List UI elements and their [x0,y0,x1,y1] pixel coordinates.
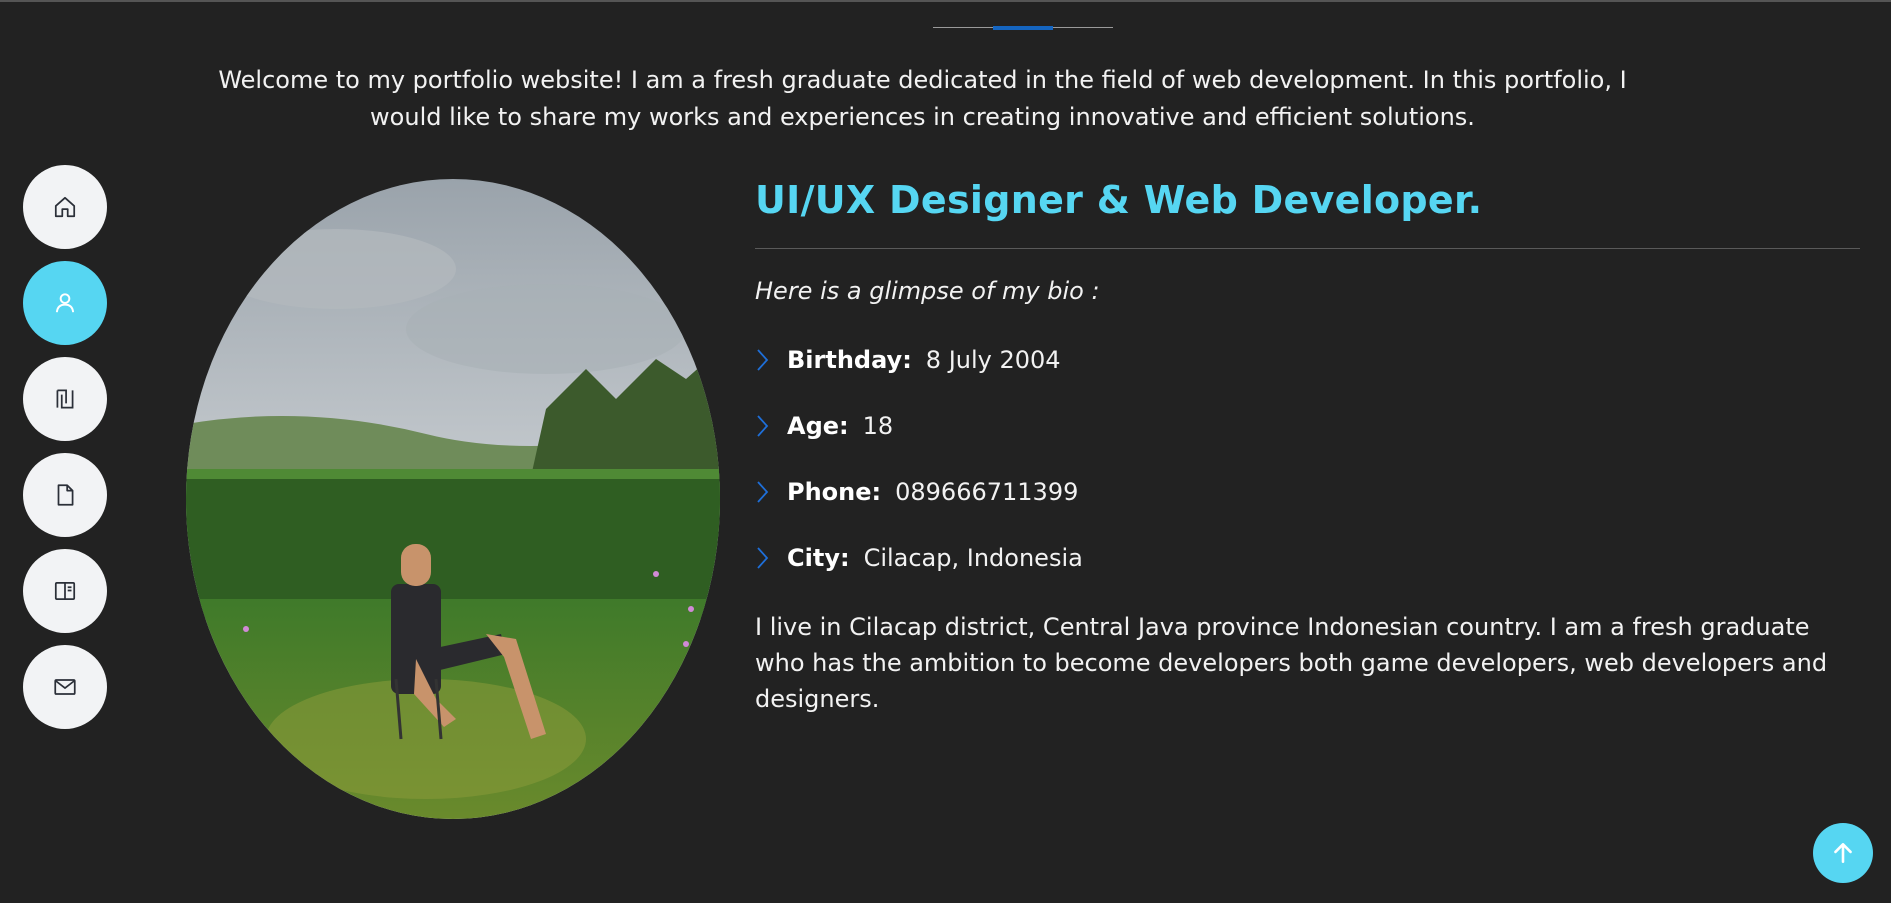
fact-label: Birthday: [787,346,912,374]
top-border [0,0,1891,2]
about-section: UI/UX Designer & Web Developer. Here is … [755,170,1860,717]
title-divider [755,248,1860,249]
page: Welcome to my portfolio website! I am a … [0,0,1891,903]
nav-portfolio-button[interactable] [23,549,107,633]
section-divider-accent [993,26,1053,30]
portfolio-icon [54,582,76,600]
nav-contact-button[interactable] [23,645,107,729]
fact-age: Age: 18 [755,393,1860,459]
fact-birthday: Birthday: 8 July 2004 [755,327,1860,393]
file-icon [57,484,74,506]
intro-text: Welcome to my portfolio website! I am a … [218,66,1627,131]
nav-about-button[interactable] [23,261,107,345]
home-icon [54,196,76,218]
profile-photo-image [186,179,720,819]
fact-value: 18 [862,412,894,440]
nav-resume-button[interactable] [23,357,107,441]
fact-phone: Phone: 089666711399 [755,459,1860,525]
arrow-up-icon [1834,843,1852,863]
chevron-right-icon [755,411,787,441]
fact-value: 089666711399 [895,478,1079,506]
fact-value: Cilacap, Indonesia [863,544,1083,572]
fact-label: City: [787,544,850,572]
bio-facts: Birthday: 8 July 2004 Age: 18 Phone: 089… [755,327,1860,591]
about-description: I live in Cilacap district, Central Java… [755,613,1828,713]
nav-documents-button[interactable] [23,453,107,537]
envelope-icon [54,679,76,695]
bio-intro: Here is a glimpse of my bio : [755,277,1100,305]
fact-label: Phone: [787,478,882,506]
resume-icon [56,389,74,409]
chevron-right-icon [755,345,787,375]
profile-photo [186,179,720,819]
fact-value: 8 July 2004 [925,346,1061,374]
fact-city: City: Cilacap, Indonesia [755,525,1860,591]
nav-home-button[interactable] [23,165,107,249]
chevron-right-icon [755,543,787,573]
back-to-top-button[interactable] [1813,823,1873,883]
fact-label: Age: [787,412,849,440]
about-title: UI/UX Designer & Web Developer. [755,178,1483,222]
side-navigation [23,165,107,741]
chevron-right-icon [755,477,787,507]
user-icon [55,293,75,313]
